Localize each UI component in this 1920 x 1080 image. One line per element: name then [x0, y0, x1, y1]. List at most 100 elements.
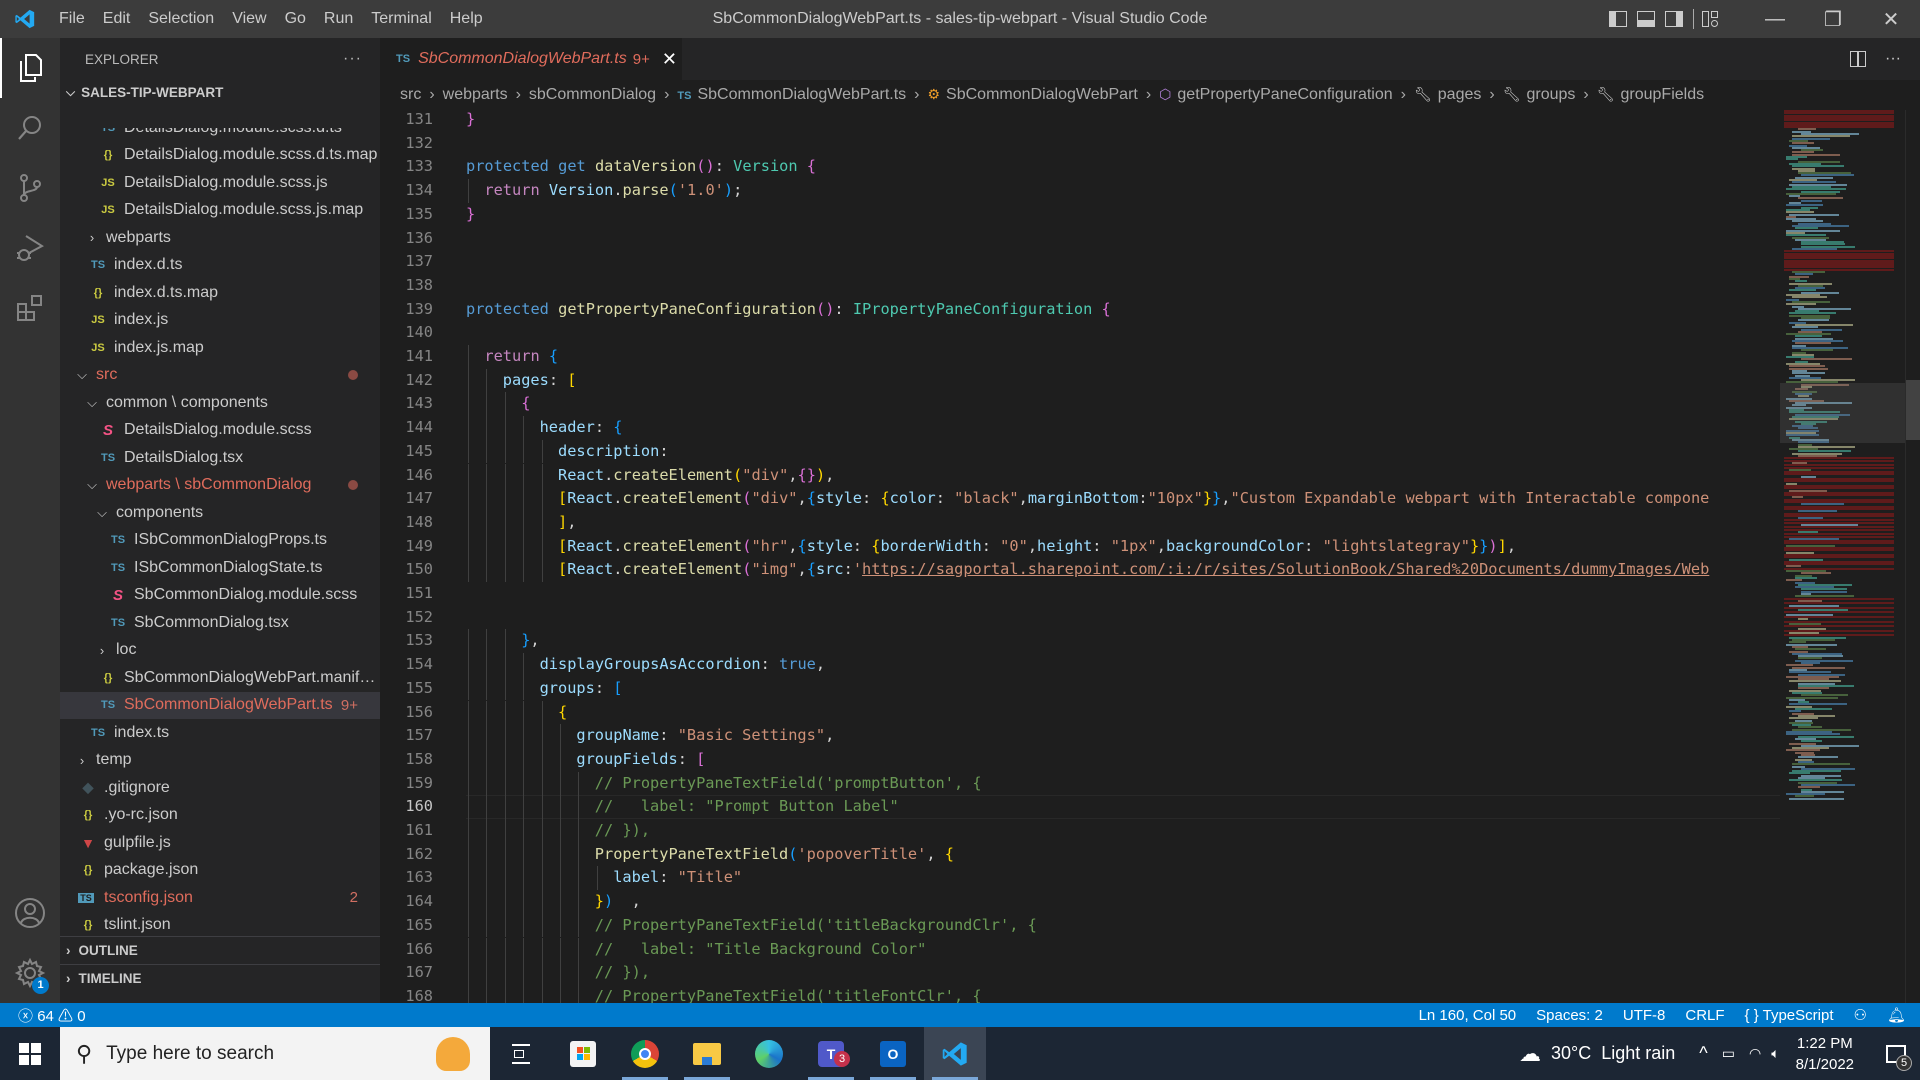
code-line[interactable]: protected getPropertyPaneConfiguration()… [466, 298, 1111, 322]
code-line[interactable]: description: [558, 440, 669, 464]
outline-section[interactable]: › OUTLINE [60, 936, 380, 964]
code-line[interactable]: } [466, 203, 475, 227]
manage-gear-icon[interactable]: 1 [0, 943, 60, 1003]
close-window-button[interactable]: ✕ [1862, 0, 1920, 38]
code-line[interactable]: }, [521, 629, 539, 653]
extensions-icon[interactable] [0, 278, 60, 338]
search-icon[interactable] [0, 98, 60, 158]
tree-file[interactable]: ▼ gulpfile.js [60, 829, 380, 857]
code-line[interactable]: groupName: "Basic Settings", [576, 724, 834, 748]
minimap-viewport[interactable] [1780, 383, 1905, 443]
breadcrumb-item[interactable]: ⬡ getPropertyPaneConfiguration [1159, 86, 1392, 104]
toggle-primary-sidebar-icon[interactable] [1609, 11, 1627, 27]
code-line[interactable]: // }), [595, 819, 650, 843]
windows-start-icon[interactable] [0, 1027, 60, 1080]
code-line[interactable]: }) , [595, 890, 641, 914]
code-line[interactable]: [React.createElement("hr",{style: {borde… [558, 535, 1516, 559]
code-line[interactable]: { [521, 392, 530, 416]
notifications-bell-icon[interactable]: 🔔︎ [1877, 1006, 1920, 1024]
code-line[interactable]: PropertyPaneTextField('popoverTitle', { [595, 843, 954, 867]
editor-scrollbar[interactable] [1905, 110, 1920, 1003]
tree-file[interactable]: {} index.d.ts.map [60, 279, 380, 307]
file-explorer-icon[interactable] [676, 1027, 738, 1080]
customize-layout-icon[interactable] [1702, 11, 1718, 27]
show-hidden-icons-chevron[interactable]: ^ [1699, 1043, 1707, 1064]
indentation[interactable]: Spaces: 2 [1526, 1007, 1613, 1024]
breadcrumb-item[interactable]: sbCommonDialog [529, 86, 656, 104]
code-line[interactable]: groups: [ [540, 677, 623, 701]
end-of-line[interactable]: CRLF [1675, 1007, 1734, 1024]
code-line[interactable]: header: { [540, 416, 623, 440]
code-line[interactable]: // PropertyPaneTextField('titleBackgroun… [595, 914, 1037, 938]
code-line[interactable]: [React.createElement("div",{style: {colo… [558, 487, 1709, 511]
tree-file[interactable]: S DetailsDialog.module.scss [60, 417, 380, 445]
tree-file[interactable]: JS DetailsDialog.module.scss.js [60, 169, 380, 197]
toggle-secondary-sidebar-icon[interactable] [1665, 11, 1683, 27]
code-line[interactable]: displayGroupsAsAccordion: true, [540, 653, 826, 677]
tree-folder[interactable]: › loc [60, 637, 380, 665]
explorer-more-actions[interactable]: ··· [343, 50, 362, 68]
tree-file[interactable]: TS index.d.ts [60, 252, 380, 280]
teams-icon[interactable]: T3 [800, 1027, 862, 1080]
encoding[interactable]: UTF-8 [1613, 1007, 1676, 1024]
code-editor[interactable]: 131} 132 133 protected get dataVersion(): V… [380, 110, 1780, 1003]
chrome-icon[interactable] [614, 1027, 676, 1080]
timeline-section[interactable]: › TIMELINE [60, 964, 380, 992]
tree-file[interactable]: JS DetailsDialog.module.scss.js.map [60, 197, 380, 225]
restore-button[interactable]: ❐ [1804, 0, 1862, 38]
outlook-icon[interactable]: O [862, 1027, 924, 1080]
tree-file[interactable]: TS SbCommonDialog.tsx [60, 609, 380, 637]
tree-file[interactable]: TS SbCommonDialogWebPart.ts 9+ [60, 691, 380, 719]
tree-folder[interactable]: ⌵ webparts \ sbCommonDialog [60, 472, 380, 500]
cursor-position[interactable]: Ln 160, Col 50 [1409, 1007, 1527, 1024]
tree-file[interactable]: TS tsconfig.json 2 [60, 884, 380, 912]
tree-file[interactable]: TS DetailsDialog.tsx [60, 444, 380, 472]
notification-center-icon[interactable]: 5 [1872, 1027, 1920, 1080]
volume-icon[interactable]: 🔈︎ [1771, 1045, 1779, 1062]
breadcrumb-item[interactable]: src [400, 86, 421, 104]
tree-file[interactable]: S SbCommonDialog.module.scss [60, 582, 380, 610]
vscode-taskbar-icon[interactable] [924, 1027, 986, 1080]
menu-view[interactable]: View [223, 0, 275, 38]
language-mode[interactable]: { } TypeScript [1735, 1007, 1844, 1024]
menu-selection[interactable]: Selection [139, 0, 223, 38]
problems-indicator[interactable]: ⓧ 64 ⚠ 0 [0, 1005, 96, 1026]
code-line[interactable]: protected get dataVersion(): Version { [466, 155, 816, 179]
vscode-logo-icon[interactable] [0, 0, 50, 38]
tree-file[interactable]: TS ISbCommonDialogState.ts [60, 554, 380, 582]
code-line[interactable]: { [558, 701, 567, 725]
tree-folder[interactable]: ⌵ src [60, 362, 380, 390]
minimize-button[interactable]: — [1746, 0, 1804, 38]
menu-help[interactable]: Help [441, 0, 492, 38]
breadcrumb-item[interactable]: 🔧︎ groupFields [1597, 86, 1704, 104]
taskbar-search-box[interactable]: ⚲ Type here to search [60, 1027, 490, 1080]
project-root[interactable]: ⌵ SALES-TIP-WEBPART [60, 80, 380, 104]
explorer-icon[interactable] [0, 38, 60, 98]
tree-file[interactable]: ◆ .gitignore [60, 774, 380, 802]
task-view-icon[interactable] [490, 1027, 552, 1080]
menu-go[interactable]: Go [276, 0, 315, 38]
code-line[interactable]: // label: "Title Background Color" [595, 938, 927, 962]
code-line[interactable]: [React.createElement("img",{src:'https:/… [558, 558, 1709, 582]
tree-file[interactable]: JS index.js.map [60, 334, 380, 362]
run-debug-icon[interactable] [0, 218, 60, 278]
more-actions-icon[interactable]: ··· [1885, 38, 1901, 80]
breadcrumb-item[interactable]: 🔧︎ pages [1414, 86, 1481, 104]
source-control-icon[interactable] [0, 158, 60, 218]
minimap[interactable] [1780, 110, 1905, 1003]
tree-file[interactable]: TS index.ts [60, 719, 380, 747]
code-line[interactable]: groupFields: [ [576, 748, 705, 772]
breadcrumb-item[interactable]: 🔧︎ groups [1503, 86, 1576, 104]
code-line[interactable]: // PropertyPaneTextField('titleFontClr',… [595, 985, 982, 1003]
breadcrumb-item[interactable]: webparts [443, 86, 508, 104]
menu-edit[interactable]: Edit [94, 0, 140, 38]
code-line[interactable]: return Version.parse('1.0'); [484, 179, 742, 203]
tree-file[interactable]: {} tslint.json [60, 912, 380, 940]
tree-file[interactable]: {} .yo-rc.json [60, 802, 380, 830]
tree-file[interactable]: {} SbCommonDialogWebPart.manife... [60, 664, 380, 692]
code-line[interactable]: // }), [595, 961, 650, 985]
tree-file[interactable]: JS index.js [60, 307, 380, 335]
tree-file[interactable]: TS ISbCommonDialogProps.ts [60, 527, 380, 555]
tab-sbcommondialogwebpart[interactable]: TS SbCommonDialogWebPart.ts 9+ ✕ [380, 38, 682, 80]
toggle-panel-icon[interactable] [1637, 11, 1655, 27]
